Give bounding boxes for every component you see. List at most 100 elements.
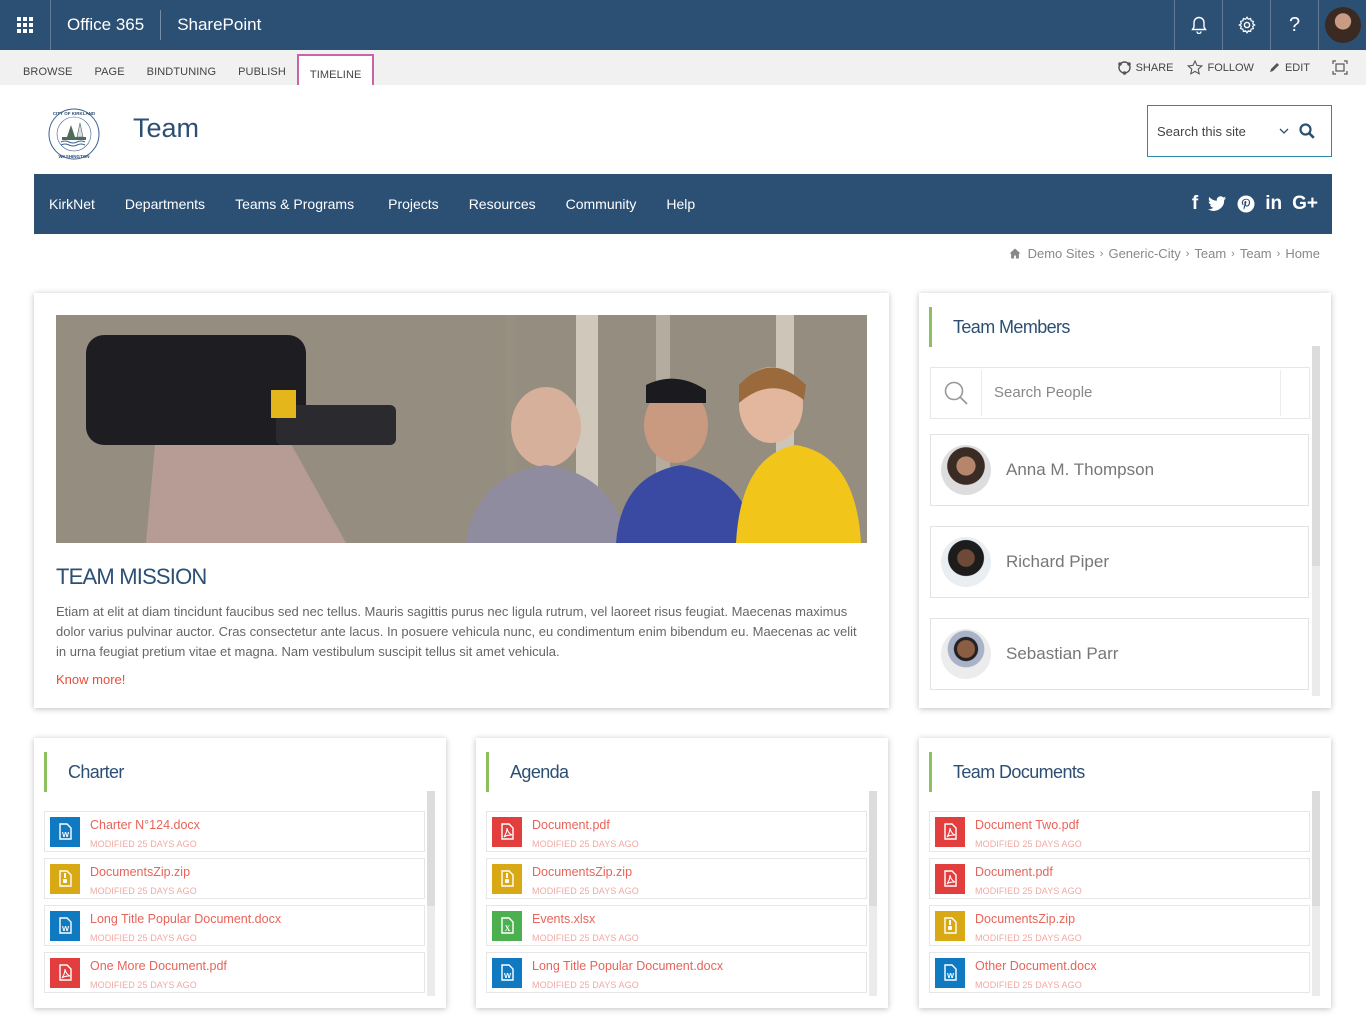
linkedin-icon[interactable]: in	[1265, 193, 1282, 215]
person-avatar	[941, 445, 991, 495]
pdf-file-icon	[935, 864, 965, 894]
ribbon-tab-timeline[interactable]: TIMELINE	[296, 54, 375, 85]
logo-text-top: CITY OF KIRKLAND	[53, 111, 96, 116]
document-item[interactable]: W Other Document.docx MODIFIED 25 DAYS AGO	[929, 952, 1310, 993]
notifications-button[interactable]	[1174, 0, 1222, 50]
document-modified: MODIFIED 25 DAYS AGO	[90, 933, 197, 943]
follow-button[interactable]: FOLLOW	[1187, 60, 1254, 75]
global-navigation: KirkNet Departments Teams & Programs Pro…	[34, 174, 1332, 234]
mission-text: Etiam at elit at diam tincidunt faucibus…	[56, 604, 857, 659]
document-name[interactable]: DocumentsZip.zip	[532, 865, 632, 879]
nav-item-projects[interactable]: Projects	[388, 196, 439, 212]
ribbon-tab-publish[interactable]: PUBLISH	[227, 50, 297, 85]
social-links: f in G+	[1182, 174, 1318, 234]
document-name[interactable]: Document Two.pdf	[975, 818, 1079, 832]
home-icon[interactable]	[1009, 248, 1021, 259]
ribbon-tab-browse[interactable]: BROWSE	[12, 50, 84, 85]
scrollbar-thumb[interactable]	[869, 791, 877, 906]
word-file-icon: W	[50, 817, 80, 847]
document-item[interactable]: Document Two.pdf MODIFIED 25 DAYS AGO	[929, 811, 1310, 852]
zip-file-icon	[935, 911, 965, 941]
document-name[interactable]: DocumentsZip.zip	[90, 865, 190, 879]
document-item[interactable]: DocumentsZip.zip MODIFIED 25 DAYS AGO	[929, 905, 1310, 946]
nav-item-help[interactable]: Help	[666, 196, 695, 212]
document-name[interactable]: DocumentsZip.zip	[975, 912, 1075, 926]
document-name[interactable]: Long Title Popular Document.docx	[532, 959, 723, 973]
panel-scrollbar[interactable]	[869, 791, 877, 996]
user-account-button[interactable]	[1318, 0, 1366, 50]
document-item[interactable]: Document.pdf MODIFIED 25 DAYS AGO	[486, 811, 867, 852]
chevron-down-icon[interactable]	[1279, 128, 1289, 135]
facebook-icon[interactable]: f	[1192, 193, 1198, 215]
nav-item-community[interactable]: Community	[566, 196, 637, 212]
document-item[interactable]: X Events.xlsx MODIFIED 25 DAYS AGO	[486, 905, 867, 946]
panel-title: Charter	[44, 752, 124, 792]
search-icon[interactable]	[1299, 123, 1315, 139]
document-name[interactable]: Document.pdf	[532, 818, 610, 832]
person-card[interactable]: Anna M. Thompson	[930, 434, 1309, 506]
chevron-right-icon: ›	[1185, 247, 1190, 260]
share-button[interactable]: SHARE	[1117, 60, 1173, 75]
document-name[interactable]: Document.pdf	[975, 865, 1053, 879]
breadcrumb-item[interactable]: Generic-City	[1108, 246, 1180, 261]
site-search[interactable]: Search this site	[1147, 105, 1332, 157]
document-item[interactable]: Document.pdf MODIFIED 25 DAYS AGO	[929, 858, 1310, 899]
site-logo[interactable]: CITY OF KIRKLAND WASHINGTON	[47, 107, 101, 161]
scrollbar-thumb[interactable]	[1312, 346, 1320, 566]
scrollbar-thumb[interactable]	[427, 791, 435, 906]
focus-mode-button[interactable]	[1332, 60, 1352, 75]
twitter-icon[interactable]	[1208, 196, 1227, 212]
document-item[interactable]: W Charter N°124.docx MODIFIED 25 DAYS AGO	[44, 811, 425, 852]
team-members-card: Team Members Search People Anna M. Thomp…	[919, 293, 1331, 708]
document-item[interactable]: DocumentsZip.zip MODIFIED 25 DAYS AGO	[486, 858, 867, 899]
chevron-right-icon: ›	[1099, 247, 1104, 260]
bell-icon	[1190, 16, 1207, 34]
document-modified: MODIFIED 25 DAYS AGO	[532, 933, 639, 943]
office-365-link[interactable]: Office 365	[51, 10, 162, 40]
document-modified: MODIFIED 25 DAYS AGO	[975, 886, 1082, 896]
person-card[interactable]: Sebastian Parr	[930, 618, 1309, 690]
document-name[interactable]: One More Document.pdf	[90, 959, 227, 973]
help-button[interactable]: ?	[1270, 0, 1318, 50]
nav-item-departments[interactable]: Departments	[125, 196, 205, 212]
chevron-right-icon: ›	[1276, 247, 1281, 260]
edit-button[interactable]: EDIT	[1268, 61, 1310, 74]
document-name[interactable]: Long Title Popular Document.docx	[90, 912, 281, 926]
document-name[interactable]: Charter N°124.docx	[90, 818, 200, 832]
ribbon-tab-bindtuning[interactable]: BINDTUNING	[136, 50, 227, 85]
know-more-link[interactable]: Know more!	[56, 672, 125, 687]
breadcrumb-item[interactable]: Demo Sites	[1028, 246, 1095, 261]
person-card[interactable]: Richard Piper	[930, 526, 1309, 598]
panel-scrollbar[interactable]	[1312, 791, 1320, 996]
document-item[interactable]: W Long Title Popular Document.docx MODIFIE…	[486, 952, 867, 993]
person-name: Anna M. Thompson	[1006, 460, 1155, 479]
document-name[interactable]: Other Document.docx	[975, 959, 1097, 973]
scrollbar-thumb[interactable]	[1312, 791, 1320, 906]
google-plus-icon[interactable]: G+	[1292, 193, 1318, 215]
app-launcher-button[interactable]	[0, 0, 51, 50]
nav-item-resources[interactable]: Resources	[469, 196, 536, 212]
members-scrollbar[interactable]	[1312, 346, 1320, 696]
document-name[interactable]: Events.xlsx	[532, 912, 595, 926]
svg-text:X: X	[504, 924, 510, 933]
sharepoint-link[interactable]: SharePoint	[161, 10, 277, 40]
document-item[interactable]: W Long Title Popular Document.docx MODIFIE…	[44, 905, 425, 946]
search-input[interactable]: Search this site	[1157, 124, 1279, 139]
settings-button[interactable]	[1222, 0, 1270, 50]
site-title[interactable]: Team	[133, 113, 199, 144]
nav-item-teams-programs[interactable]: Teams & Programs	[235, 196, 354, 212]
nav-item-kirknet[interactable]: KirkNet	[49, 196, 95, 212]
document-item[interactable]: DocumentsZip.zip MODIFIED 25 DAYS AGO	[44, 858, 425, 899]
panel-title: Team Documents	[929, 752, 1085, 792]
search-people-input[interactable]: Search People	[981, 370, 1281, 416]
doc-panel-charter: Charter W Charter N°124.docx MODIFIED 25 DA…	[34, 738, 446, 1008]
ribbon-tab-page[interactable]: PAGE	[84, 50, 136, 85]
pinterest-icon[interactable]	[1237, 195, 1255, 213]
breadcrumb-item[interactable]: Team	[1240, 246, 1272, 261]
people-search[interactable]: Search People	[930, 367, 1310, 419]
document-item[interactable]: One More Document.pdf MODIFIED 25 DAYS AG…	[44, 952, 425, 993]
breadcrumb-item[interactable]: Team	[1194, 246, 1226, 261]
word-file-icon: W	[492, 958, 522, 988]
hero-image	[56, 315, 867, 543]
panel-scrollbar[interactable]	[427, 791, 435, 996]
